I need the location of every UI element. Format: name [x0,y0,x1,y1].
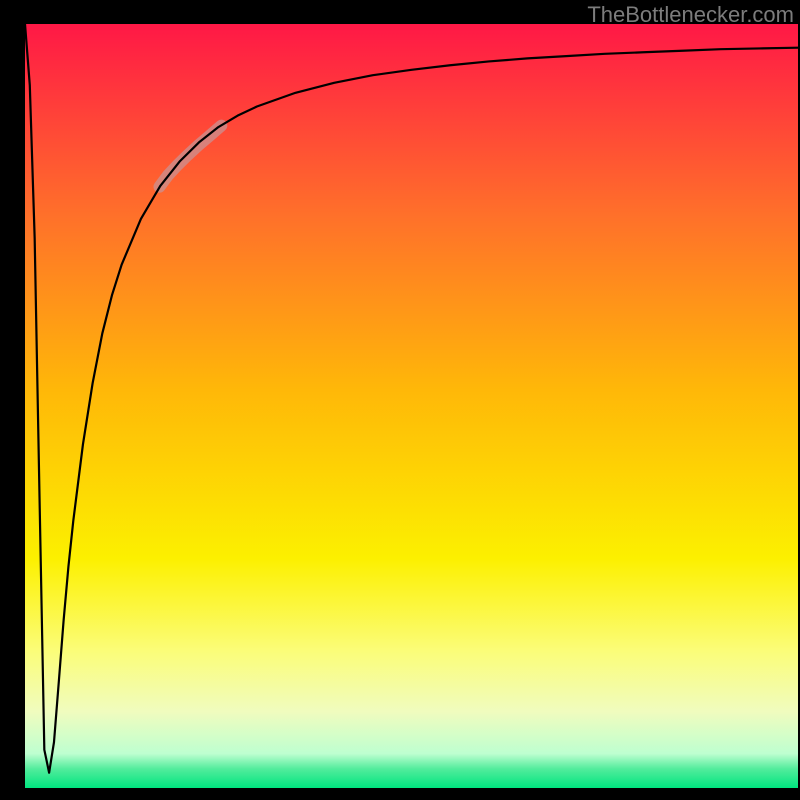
chart-plot-background [25,24,798,788]
chart-container: TheBottlenecker.com [0,0,800,800]
chart-svg [0,0,800,800]
attribution-label: TheBottlenecker.com [587,2,794,28]
